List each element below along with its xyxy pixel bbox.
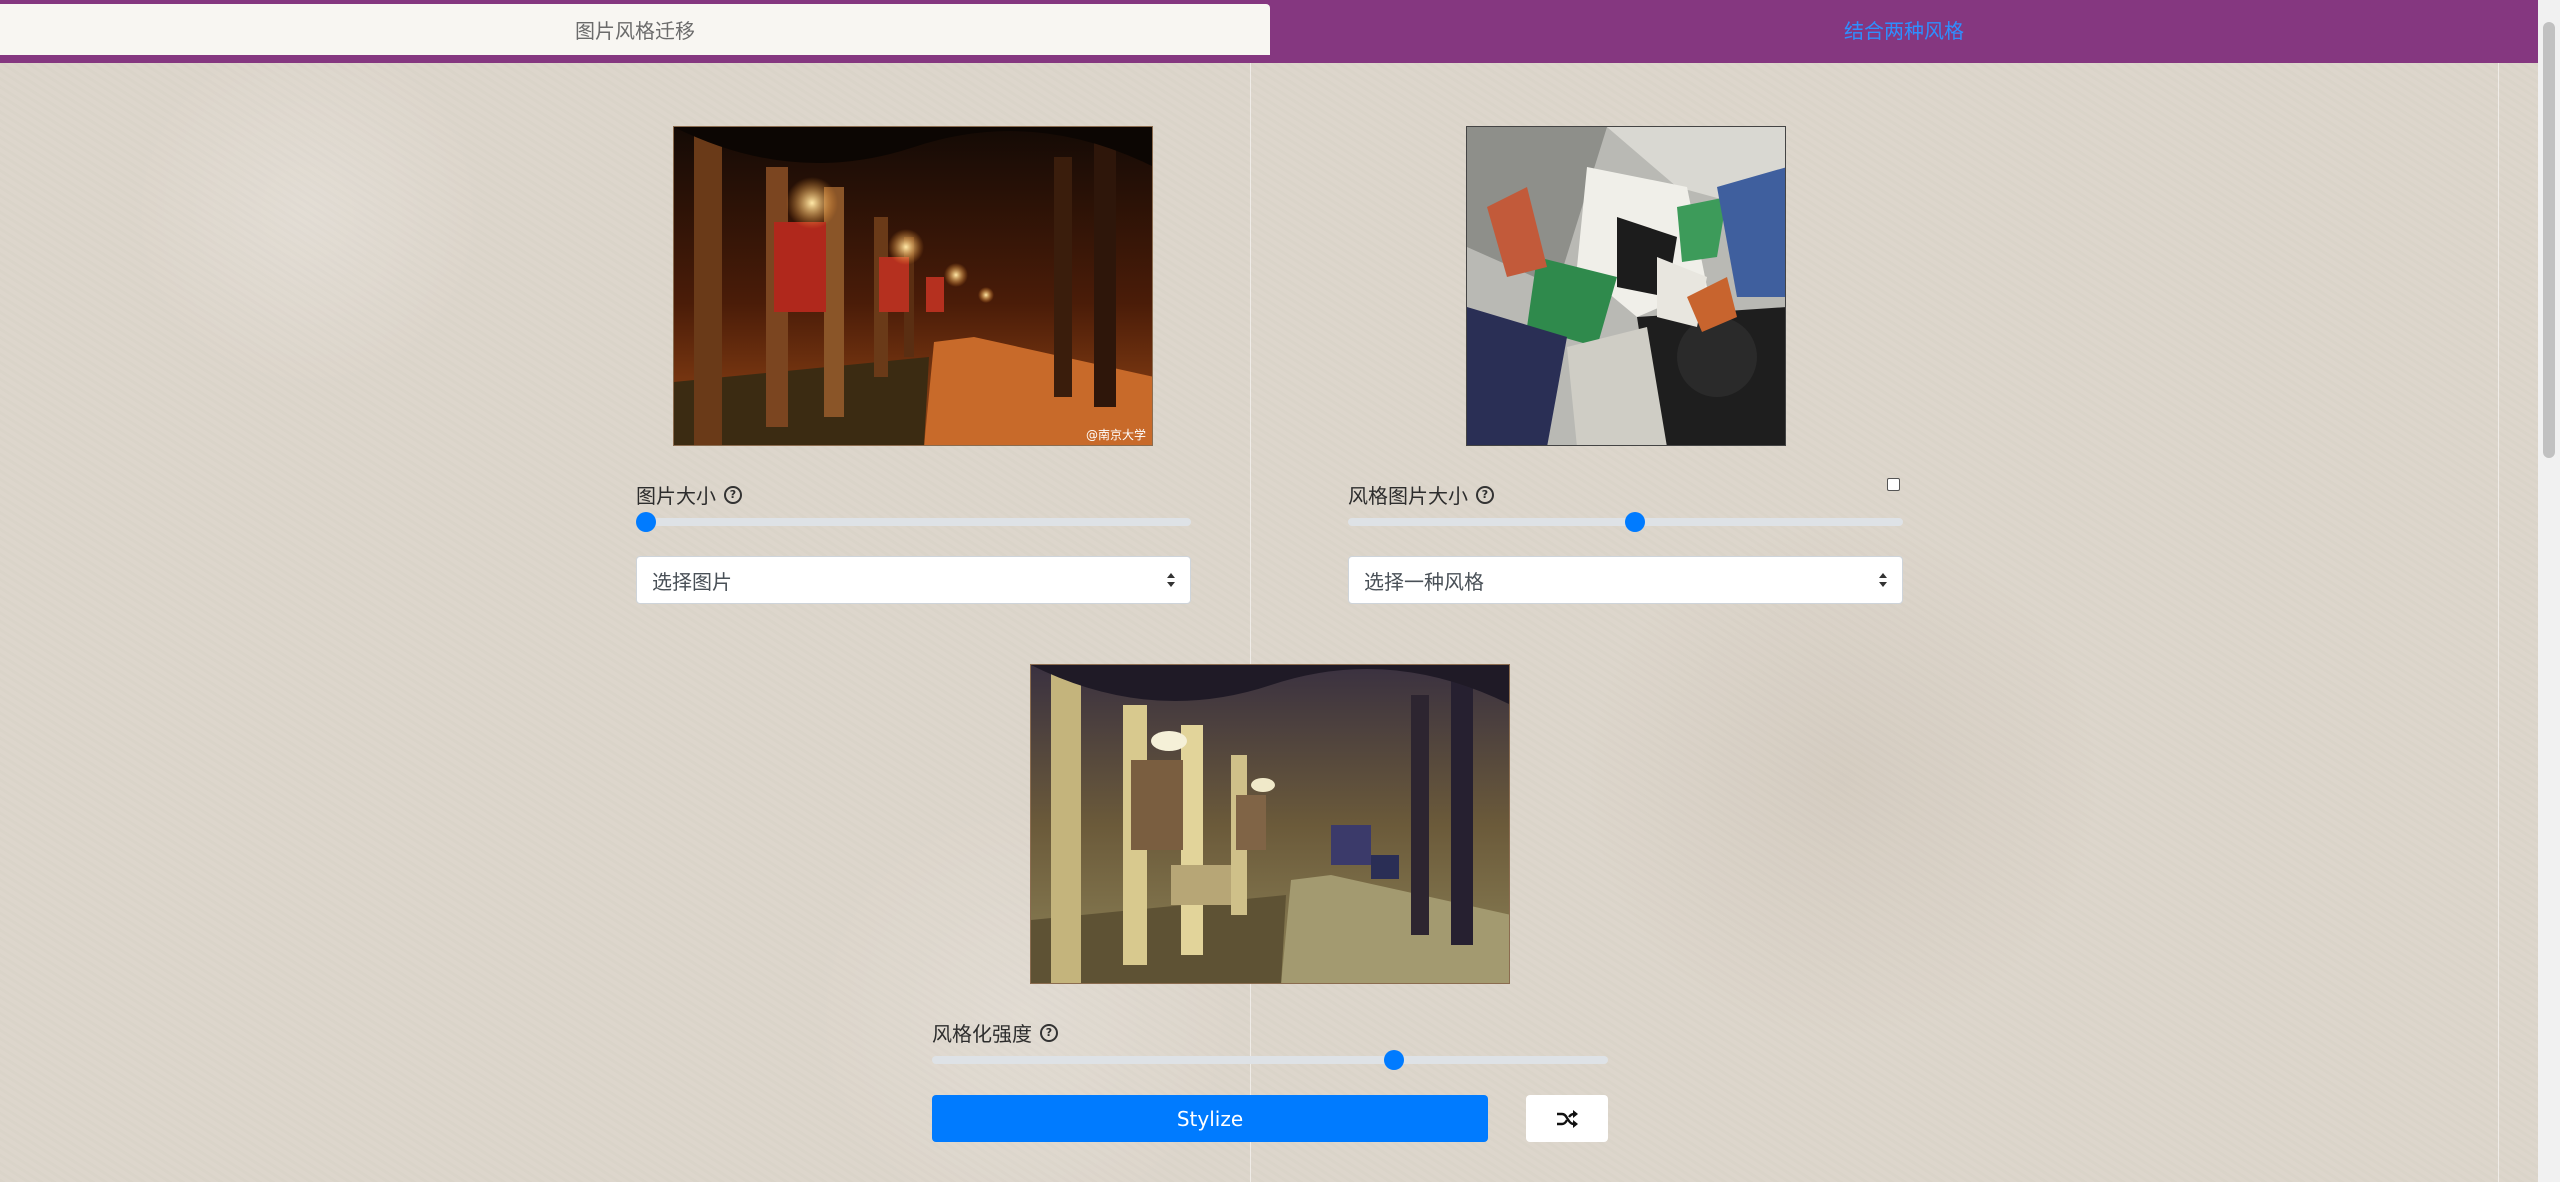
style-size-slider[interactable] bbox=[1348, 512, 1903, 532]
stylize-button[interactable]: Stylize bbox=[932, 1095, 1488, 1142]
stylized-image-drawing bbox=[1031, 665, 1509, 983]
content-image-select-value: 选择图片 bbox=[652, 569, 732, 594]
content-image: @南京大学 bbox=[673, 126, 1153, 446]
content-size-label-text: 图片大小 bbox=[636, 484, 716, 508]
tab-combine-styles[interactable]: 结合两种风格 bbox=[1270, 4, 2538, 55]
content-size-label: 图片大小 ? bbox=[636, 480, 742, 509]
content-size-slider[interactable] bbox=[636, 512, 1191, 532]
select-arrows-icon bbox=[1167, 573, 1175, 587]
tab-style-transfer[interactable]: 图片风格迁移 bbox=[0, 4, 1270, 55]
randomize-button[interactable] bbox=[1526, 1095, 1608, 1142]
content-size-slider-thumb[interactable] bbox=[636, 512, 656, 532]
page-scrollbar-thumb[interactable] bbox=[2543, 22, 2555, 458]
watermark-text: @南京大学 bbox=[1085, 428, 1146, 442]
content-right-edge bbox=[2498, 63, 2499, 1182]
style-size-checkbox[interactable] bbox=[1887, 478, 1900, 491]
shuffle-icon bbox=[1557, 1109, 1578, 1128]
help-icon[interactable]: ? bbox=[1040, 1023, 1058, 1042]
content-image-drawing bbox=[674, 127, 1152, 445]
style-select-value: 选择一种风格 bbox=[1364, 569, 1484, 594]
help-icon[interactable]: ? bbox=[724, 485, 742, 504]
style-select[interactable]: 选择一种风格 bbox=[1348, 556, 1903, 604]
stylize-strength-label: 风格化强度 ? bbox=[932, 1018, 1058, 1047]
stylize-strength-slider[interactable] bbox=[932, 1050, 1608, 1070]
tab-bar: 图片风格迁移 结合两种风格 bbox=[0, 0, 2538, 63]
style-size-label: 风格图片大小 ? bbox=[1348, 480, 1494, 509]
help-icon[interactable]: ? bbox=[1476, 485, 1494, 504]
select-arrows-icon bbox=[1879, 573, 1887, 587]
style-image-drawing bbox=[1467, 127, 1785, 445]
stylize-strength-label-text: 风格化强度 bbox=[932, 1022, 1032, 1046]
content-image-select[interactable]: 选择图片 bbox=[636, 556, 1191, 604]
style-size-label-text: 风格图片大小 bbox=[1348, 484, 1468, 508]
stylize-strength-slider-thumb[interactable] bbox=[1384, 1050, 1404, 1070]
stylized-output-image bbox=[1030, 664, 1510, 984]
style-size-slider-thumb[interactable] bbox=[1625, 512, 1645, 532]
style-image bbox=[1466, 126, 1786, 446]
panel-divider bbox=[1250, 63, 1251, 1182]
